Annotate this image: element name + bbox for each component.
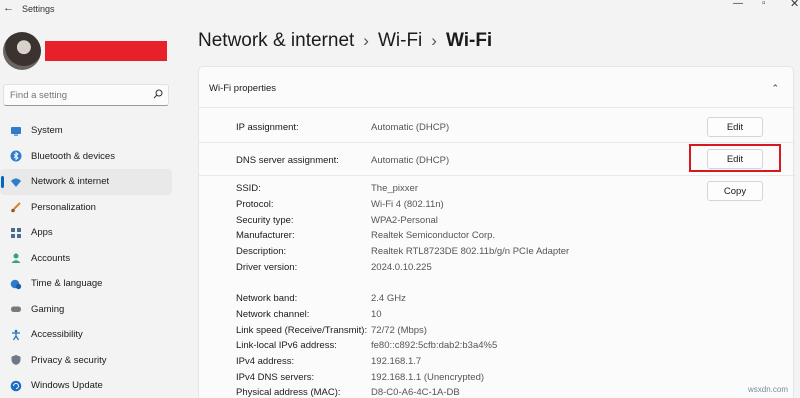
sidebar-item-privacy-security[interactable]: Privacy & security — [0, 348, 172, 374]
property-value: The_pixxer — [371, 183, 418, 194]
copy-button[interactable]: Copy — [707, 181, 763, 201]
minimize-icon[interactable]: — — [733, 0, 743, 9]
sidebar-item-windows-update[interactable]: Windows Update — [0, 373, 172, 398]
property-value: 2.4 GHz — [371, 293, 406, 304]
bluetooth-icon — [9, 149, 23, 163]
property-value: 192.168.1.7 — [371, 356, 422, 367]
dns-assignment-label: DNS server assignment: — [236, 155, 339, 166]
redacted-username — [45, 41, 167, 61]
divider — [199, 142, 795, 143]
property-label: Link speed (Receive/Transmit): — [236, 325, 368, 336]
property-label: Protocol: — [236, 199, 274, 210]
property-value: 10 — [371, 309, 382, 320]
wifi-icon — [9, 175, 23, 189]
globe-clock-icon — [9, 277, 23, 291]
property-value: Realtek Semiconductor Corp. — [371, 230, 496, 241]
brush-icon — [9, 200, 23, 214]
wifi-properties-panel: Wi-Fi properties ⌃ IP assignment: Automa… — [198, 66, 795, 398]
property-value: 72/72 (Mbps) — [371, 325, 427, 336]
close-icon[interactable]: ✕ — [790, 0, 799, 10]
sidebar-nav: System Bluetooth & devices Network & int… — [0, 118, 172, 398]
property-label: Network band: — [236, 293, 298, 304]
chevron-up-icon[interactable]: ⌃ — [771, 83, 779, 94]
page-title: Wi-Fi — [445, 30, 493, 51]
person-icon — [9, 251, 23, 265]
sidebar-item-gaming[interactable]: Gaming — [0, 297, 172, 323]
dns-assignment-value: Automatic (DHCP) — [371, 155, 450, 166]
property-label: Manufacturer: — [236, 230, 295, 241]
sidebar-item-label: Windows Update — [31, 380, 103, 392]
breadcrumb: Network & internet › Wi-Fi › Wi-Fi — [198, 30, 492, 52]
property-label: SSID: — [236, 183, 261, 194]
sidebar-item-label: Privacy & security — [31, 354, 107, 366]
divider — [199, 175, 795, 176]
sidebar-item-accessibility[interactable]: Accessibility — [0, 322, 172, 348]
highlight-box — [689, 144, 781, 172]
sidebar-item-personalization[interactable]: Personalization — [0, 195, 172, 221]
property-value: D8-C0-A6-4C-1A-DB — [371, 387, 460, 398]
sidebar-item-label: Accessibility — [31, 329, 83, 341]
breadcrumb-separator: › — [431, 31, 437, 50]
apps-icon — [9, 226, 23, 240]
property-label: Physical address (MAC): — [236, 387, 341, 398]
breadcrumb-network-internet[interactable]: Network & internet — [198, 30, 354, 51]
avatar[interactable] — [3, 32, 41, 70]
sidebar-item-bluetooth[interactable]: Bluetooth & devices — [0, 144, 172, 170]
ip-edit-button[interactable]: Edit — [707, 117, 763, 137]
sidebar-item-label: Apps — [31, 227, 53, 239]
search-box[interactable] — [3, 84, 169, 106]
property-label: Driver version: — [236, 262, 298, 273]
shield-icon — [9, 353, 23, 367]
panel-title: Wi-Fi properties — [209, 83, 277, 94]
property-label: Security type: — [236, 215, 294, 226]
title-bar: ← Settings — ▫ ✕ — [0, 0, 800, 20]
property-label: IPv4 address: — [236, 356, 295, 367]
sidebar-item-label: Gaming — [31, 303, 65, 315]
search-input[interactable] — [10, 88, 150, 102]
watermark: wsxdn.com — [748, 385, 789, 394]
sidebar-item-label: Personalization — [31, 201, 96, 213]
sidebar-item-label: Network & internet — [31, 176, 110, 188]
property-value: 2024.0.10.225 — [371, 262, 432, 273]
app-title: Settings — [22, 4, 55, 14]
sidebar-item-label: Bluetooth & devices — [31, 150, 115, 162]
maximize-icon[interactable]: ▫ — [762, 0, 766, 9]
property-value: Wi-Fi 4 (802.11n) — [371, 199, 444, 210]
accessibility-icon — [9, 328, 23, 342]
ip-assignment-label: IP assignment: — [236, 122, 299, 133]
property-value: 192.168.1.1 (Unencrypted) — [371, 372, 485, 383]
sidebar-item-system[interactable]: System — [0, 118, 172, 144]
breadcrumb-separator: › — [363, 31, 369, 50]
property-value: fe80::c892:5cfb:dab2:b3a4%5 — [371, 340, 498, 351]
sidebar-item-apps[interactable]: Apps — [0, 220, 172, 246]
property-label: IPv4 DNS servers: — [236, 372, 315, 383]
sync-icon — [9, 379, 23, 393]
divider — [199, 107, 795, 108]
sidebar-item-label: Time & language — [31, 278, 103, 290]
monitor-icon — [9, 124, 23, 138]
property-label: Link-local IPv6 address: — [236, 340, 337, 351]
sidebar-item-network[interactable]: Network & internet — [0, 169, 172, 195]
ip-assignment-value: Automatic (DHCP) — [371, 122, 450, 133]
breadcrumb-wifi[interactable]: Wi-Fi — [378, 30, 422, 51]
gamepad-icon — [9, 302, 23, 316]
property-label: Description: — [236, 246, 287, 257]
back-arrow-icon[interactable]: ← — [3, 2, 14, 14]
sidebar-item-accounts[interactable]: Accounts — [0, 246, 172, 272]
sidebar-item-label: System — [31, 125, 63, 137]
property-value: WPA2-Personal — [371, 215, 438, 226]
sidebar-item-time-language[interactable]: Time & language — [0, 271, 172, 297]
search-icon[interactable] — [153, 89, 163, 102]
property-value: Realtek RTL8723DE 802.11b/g/n PCIe Adapt… — [371, 246, 570, 257]
property-label: Network channel: — [236, 309, 310, 320]
sidebar-item-label: Accounts — [31, 252, 71, 264]
